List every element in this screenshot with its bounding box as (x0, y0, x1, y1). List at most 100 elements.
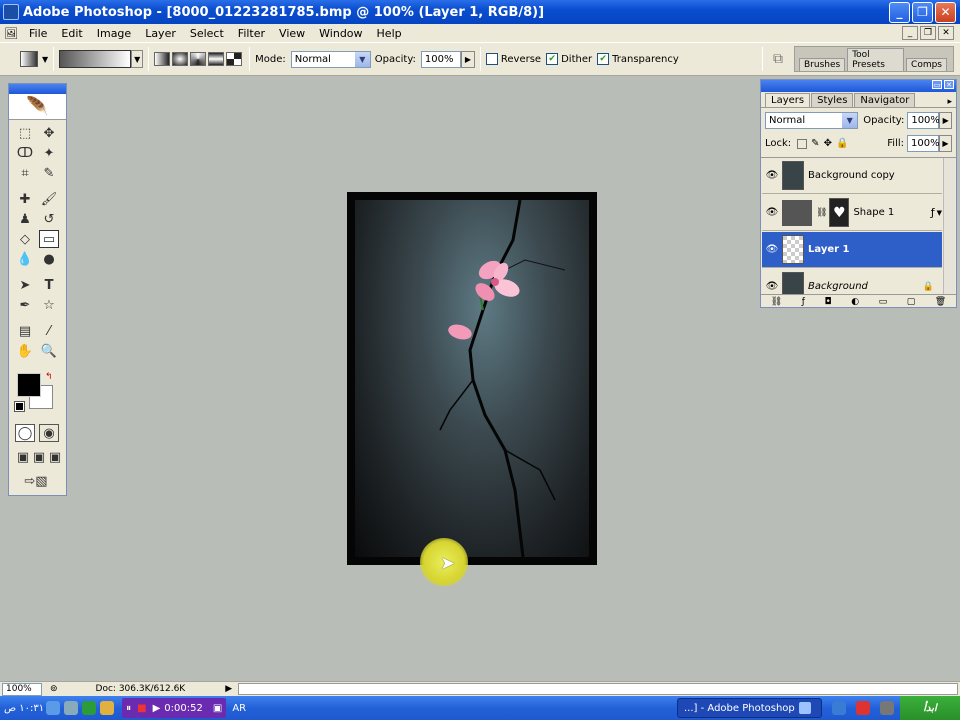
menu-edit[interactable]: Edit (54, 27, 89, 40)
eye-icon[interactable]: 👁 (762, 207, 782, 218)
fill-arrow[interactable]: ▶ (939, 135, 952, 152)
eye-icon[interactable]: 👁 (762, 170, 782, 181)
doc-restore-button[interactable]: ❐ (920, 26, 936, 40)
tray-icon[interactable] (82, 701, 97, 715)
document-icon[interactable]: 🖼 (0, 25, 22, 41)
lock-position-icon[interactable]: ✥ (824, 138, 832, 149)
fill-input[interactable]: 100% (907, 135, 940, 152)
delete-layer-icon[interactable]: 🗑 (935, 297, 946, 307)
mode-select[interactable]: Normal ▼ (290, 50, 371, 68)
tray-icon[interactable] (46, 701, 61, 715)
layer-row-layer-1[interactable]: 👁 Layer 1 (762, 232, 942, 268)
zoom-icon[interactable]: ⊚ (50, 684, 58, 694)
minimize-button[interactable]: _ (889, 1, 910, 23)
menu-image[interactable]: Image (90, 27, 138, 40)
menu-filter[interactable]: Filter (231, 27, 272, 40)
marquee-icon[interactable]: ⬚ (15, 124, 35, 142)
lock-all-icon[interactable]: 🔒 (836, 138, 848, 149)
new-group-icon[interactable]: ▭ (879, 297, 888, 307)
blend-mode-select[interactable]: Normal ▼ (765, 112, 859, 129)
foreground-color-swatch-top[interactable] (17, 373, 41, 397)
start-button[interactable]: ابدأ (900, 696, 960, 720)
quick-launch-icon[interactable] (880, 701, 894, 715)
blur-icon[interactable]: 💧 (15, 250, 35, 268)
doc-close-button[interactable]: ✕ (938, 26, 954, 40)
menu-layer[interactable]: Layer (138, 27, 183, 40)
zoom-level[interactable]: 100% (2, 682, 42, 696)
gradient-icon[interactable]: ▭ (39, 230, 59, 248)
chevron-down-icon[interactable]: ▼ (42, 55, 48, 64)
jump-to-imageready-icon[interactable]: ⇨▧ (17, 472, 55, 490)
horizontal-scrollbar[interactable] (238, 683, 959, 695)
quick-mask-icon[interactable]: ◉ (39, 424, 59, 442)
eye-icon[interactable]: 👁 (762, 244, 782, 255)
layers-scrollbar[interactable] (943, 158, 955, 295)
lasso-icon[interactable]: ↀ (15, 144, 35, 162)
diamond-gradient-icon[interactable] (226, 52, 243, 66)
stop-icon[interactable]: ■ (137, 703, 146, 714)
panel-menu-icon[interactable]: ▸ (947, 97, 952, 107)
recorder-menu-icon[interactable]: ▣ (213, 703, 222, 714)
opacity-input[interactable]: 100% (420, 50, 461, 68)
doc-minimize-button[interactable]: _ (902, 26, 918, 40)
link-layers-icon[interactable]: ⛓ (771, 297, 782, 307)
slice-icon[interactable]: ✎ (39, 164, 59, 182)
gradient-tool-preset-icon[interactable] (20, 51, 38, 67)
menu-window[interactable]: Window (312, 27, 369, 40)
layer-row-background[interactable]: 👁 Background 🔒 (762, 269, 942, 295)
history-brush-icon[interactable]: ↺ (39, 210, 59, 228)
tab-layers[interactable]: Layers (765, 93, 811, 107)
status-menu-arrow[interactable]: ▶ (225, 684, 232, 694)
new-layer-icon[interactable]: ▢ (907, 297, 916, 307)
healing-brush-icon[interactable]: ✚ (15, 190, 35, 208)
add-layer-style-icon[interactable]: ƒ (802, 297, 805, 307)
dither-checkbox[interactable]: ✔ (546, 53, 559, 65)
dodge-icon[interactable]: ● (39, 250, 59, 268)
crop-icon[interactable]: ⌗ (15, 164, 35, 182)
well-tab-tool-presets[interactable]: Tool Presets (847, 48, 905, 71)
chevron-down-icon[interactable]: ▼ (937, 209, 942, 217)
tray-icon[interactable] (64, 701, 79, 715)
layer-row-shape-1[interactable]: 👁 ⛓ ♥ Shape 1 ƒ ▼ (762, 195, 942, 231)
opacity-slider-arrow[interactable]: ▶ (460, 50, 475, 68)
language-indicator[interactable]: AR (232, 703, 246, 714)
angle-gradient-icon[interactable] (190, 52, 207, 66)
layer-opacity-arrow[interactable]: ▶ (939, 112, 952, 129)
add-mask-icon[interactable]: ◘ (825, 297, 832, 307)
standard-mode-icon[interactable]: ◯ (15, 424, 35, 442)
layer-row-background-copy[interactable]: 👁 Background copy (762, 158, 942, 194)
brush-icon[interactable]: 🖌 (39, 190, 59, 208)
layers-panel-titlebar[interactable]: ▭ ✕ (761, 80, 956, 92)
eye-icon[interactable]: 👁 (762, 281, 782, 292)
taskbar-app-button[interactable]: ...] - Adobe Photoshop (677, 698, 822, 718)
panel-close-button[interactable]: ✕ (944, 80, 954, 89)
quick-launch-icon[interactable] (856, 701, 870, 715)
clone-stamp-icon[interactable]: ♟ (15, 210, 35, 228)
layer-opacity-input[interactable]: 100% (907, 112, 940, 129)
move-icon[interactable]: ✥ (39, 124, 59, 142)
tab-styles[interactable]: Styles (811, 93, 854, 107)
menu-help[interactable]: Help (370, 27, 409, 40)
swap-colors-icon[interactable]: ↰ (45, 372, 53, 382)
quick-launch-icon[interactable] (832, 701, 846, 715)
tray-icon[interactable] (100, 701, 115, 715)
custom-shape-icon[interactable]: ☆ (39, 296, 59, 314)
pen-icon[interactable]: ✒ (15, 296, 35, 314)
path-selection-icon[interactable]: ➤ (15, 276, 35, 294)
adjustment-layer-icon[interactable]: ◐ (851, 297, 859, 307)
transparency-checkbox[interactable]: ✔ (597, 53, 610, 65)
default-colors-icon[interactable] (14, 401, 25, 412)
eyedropper-icon[interactable]: ⁄ (39, 322, 59, 340)
play-icon[interactable]: ▶ (153, 703, 161, 714)
pause-icon[interactable]: ⏸ (126, 703, 131, 714)
toolbox-titlebar[interactable] (9, 84, 66, 94)
radial-gradient-icon[interactable] (172, 52, 189, 66)
close-button[interactable]: ✕ (935, 1, 956, 23)
type-icon[interactable]: T (39, 276, 59, 294)
linear-gradient-icon[interactable] (154, 52, 171, 66)
restore-button[interactable]: ❐ (912, 1, 933, 23)
gradient-picker-arrow[interactable]: ▼ (131, 50, 144, 68)
feather-logo-icon[interactable]: 🪶 (9, 94, 66, 120)
reverse-checkbox[interactable] (485, 53, 498, 65)
screen-mode-full-icon[interactable]: ▣ (45, 448, 65, 466)
